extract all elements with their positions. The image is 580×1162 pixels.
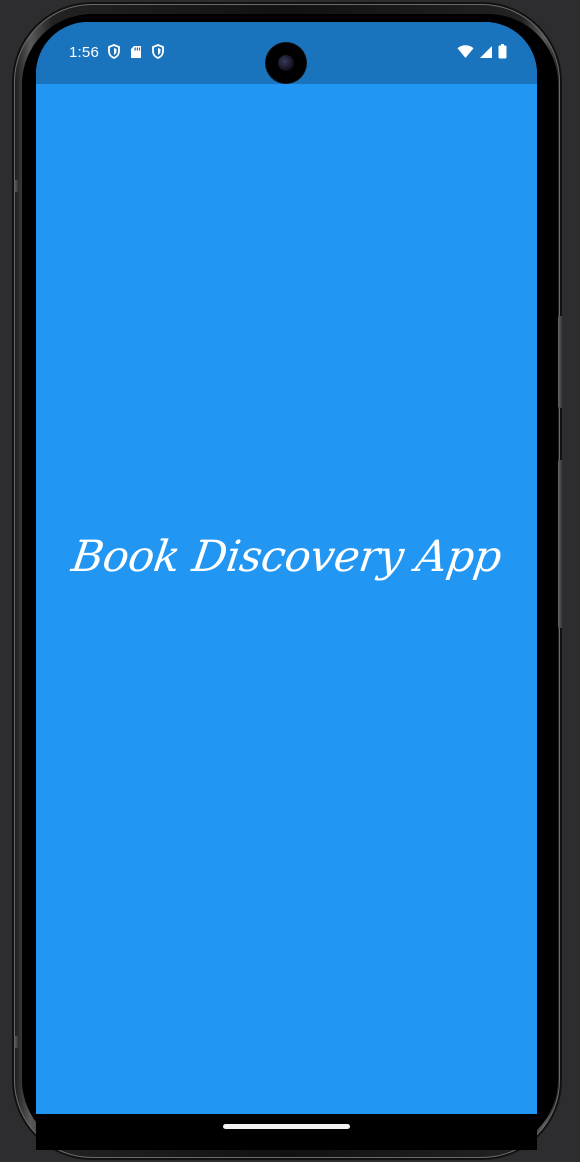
sd-card-icon: [130, 45, 142, 64]
shield-icon: [108, 44, 120, 64]
volume-button: [558, 316, 563, 408]
splash-title: Book Discovery App: [68, 532, 505, 582]
frame-accent-top: [14, 180, 19, 192]
power-button: [558, 460, 563, 628]
status-notification-icons: [108, 44, 164, 64]
home-indicator[interactable]: [223, 1124, 350, 1129]
status-time: 1:56: [69, 44, 99, 61]
navigation-bar: [36, 1114, 537, 1150]
shield-icon: [152, 44, 164, 64]
app-screen: 1:56 Book Discovery App: [36, 22, 537, 1114]
wifi-icon: [457, 44, 474, 64]
frame-accent-bottom: [14, 1036, 19, 1048]
battery-icon: [498, 44, 507, 64]
status-system-icons: [457, 44, 507, 64]
front-camera: [266, 43, 306, 83]
cell-signal-icon: [479, 45, 493, 64]
